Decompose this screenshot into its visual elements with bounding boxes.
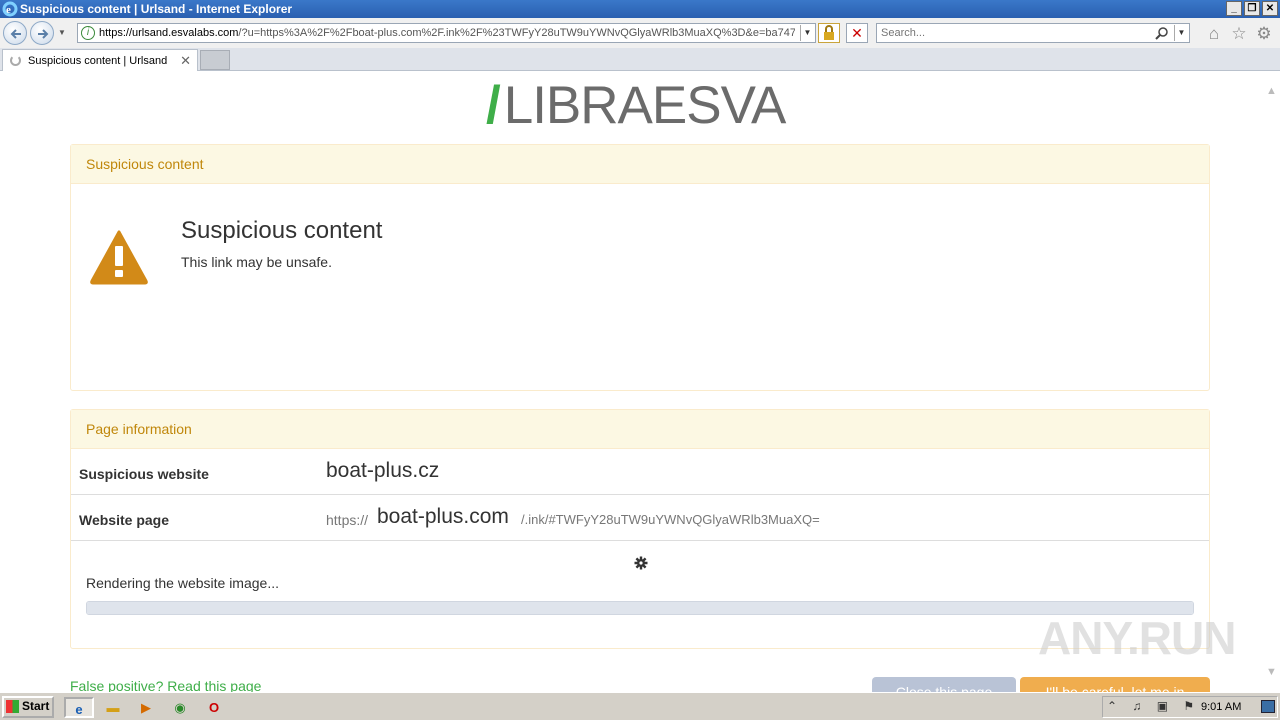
forward-arrow-icon bbox=[38, 29, 49, 39]
info-row-website-page: Website page https:// boat-plus.com /.in… bbox=[71, 495, 1209, 541]
start-button[interactable]: Start bbox=[2, 696, 54, 718]
history-dropdown-icon[interactable]: ▼ bbox=[58, 28, 66, 37]
new-tab-button[interactable] bbox=[200, 50, 230, 70]
tray-icons[interactable]: ⌃ ♫ ▣ ⚑ bbox=[1107, 699, 1200, 713]
website-page-path: /.ink/#TWFyY28uTW9uYWNvQGlyaWRlb3MuaXQ= bbox=[521, 512, 820, 527]
back-arrow-icon bbox=[10, 29, 21, 39]
address-url[interactable]: https://urlsand.esvalabs.com/?u=https%3A… bbox=[99, 26, 795, 40]
settings-gear-icon[interactable]: ⚙ bbox=[1255, 25, 1273, 43]
false-positive-link[interactable]: False positive? Read this page bbox=[70, 678, 261, 692]
stop-icon: ✕ bbox=[851, 25, 863, 41]
warning-icon bbox=[90, 230, 148, 285]
website-page-domain: boat-plus.com bbox=[377, 505, 509, 528]
tab-label: Suspicious content | Urlsand bbox=[28, 55, 168, 67]
address-bar[interactable]: i https://urlsand.esvalabs.com/?u=https%… bbox=[77, 23, 816, 43]
svg-text:e: e bbox=[6, 4, 11, 16]
forward-button[interactable] bbox=[30, 21, 54, 45]
scroll-down-icon[interactable]: ▼ bbox=[1266, 666, 1277, 678]
show-desktop-icon[interactable] bbox=[1261, 700, 1275, 713]
alert-panel-heading: Suspicious content bbox=[71, 145, 1209, 184]
logo-slash: / bbox=[486, 76, 501, 135]
search-input[interactable] bbox=[877, 24, 1147, 42]
opera-taskbar-icon[interactable]: O bbox=[202, 697, 226, 718]
render-progress-bar bbox=[86, 601, 1194, 615]
navigation-bar: ▼ i https://urlsand.esvalabs.com/?u=http… bbox=[0, 18, 1280, 48]
restore-button[interactable]: ❐ bbox=[1244, 1, 1260, 16]
system-tray: ⌃ ♫ ▣ ⚑ 9:01 AM bbox=[1102, 696, 1278, 718]
logo-text: LIBRAESVA bbox=[503, 76, 787, 135]
tab-bar: Suspicious content | Urlsand ✕ bbox=[0, 48, 1280, 71]
close-page-button[interactable]: Close this page bbox=[872, 677, 1016, 692]
info-row-suspicious-website: Suspicious website boat-plus.cz bbox=[71, 449, 1209, 495]
proceed-button[interactable]: I'll be careful, let me in bbox=[1020, 677, 1210, 692]
favorites-star-icon[interactable]: ☆ bbox=[1230, 25, 1248, 43]
info-key: Website page bbox=[79, 512, 169, 528]
clock[interactable]: 9:01 AM bbox=[1201, 701, 1241, 713]
back-button[interactable] bbox=[3, 21, 27, 45]
page-content: /LIBRAESVA Suspicious content Suspicious… bbox=[0, 71, 1263, 692]
tab-suspicious-content[interactable]: Suspicious content | Urlsand ✕ bbox=[2, 49, 198, 71]
libraesva-logo: /LIBRAESVA bbox=[486, 79, 786, 132]
internet-explorer-icon: e bbox=[2, 1, 18, 17]
window-title-bar: e Suspicious content | Urlsand - Interne… bbox=[0, 0, 1280, 18]
page-icon: i bbox=[81, 26, 95, 40]
search-icon[interactable] bbox=[1155, 26, 1169, 40]
window-title: Suspicious content | Urlsand - Internet … bbox=[20, 2, 293, 16]
info-key: Suspicious website bbox=[79, 466, 209, 482]
anyrun-watermark: ANY.RUN bbox=[1038, 612, 1236, 664]
alert-title: Suspicious content bbox=[181, 217, 383, 244]
url-host: https://urlsand.esvalabs.com bbox=[99, 27, 239, 39]
search-dropdown-icon[interactable]: ▼ bbox=[1174, 25, 1188, 41]
search-box[interactable]: ▼ bbox=[876, 23, 1190, 43]
loading-gear-icon bbox=[634, 556, 648, 570]
alert-panel: Suspicious content Suspicious content Th… bbox=[70, 144, 1210, 391]
chrome-taskbar-icon[interactable]: ◉ bbox=[168, 697, 192, 718]
lock-icon bbox=[824, 25, 834, 40]
page-info-heading: Page information bbox=[71, 410, 1209, 449]
address-dropdown-icon[interactable]: ▼ bbox=[800, 25, 814, 41]
stop-button[interactable]: ✕ bbox=[846, 23, 868, 43]
folder-taskbar-icon[interactable]: ▬ bbox=[101, 697, 125, 718]
windows-flag-icon bbox=[6, 700, 19, 713]
vertical-scrollbar[interactable]: ▲ ▼ bbox=[1263, 71, 1280, 692]
minimize-button[interactable]: _ bbox=[1226, 1, 1242, 16]
url-path: /?u=https%3A%2F%2Fboat-plus.com%2F.ink%2… bbox=[238, 27, 795, 39]
tab-close-icon[interactable]: ✕ bbox=[180, 51, 191, 71]
windows-taskbar: Start e ▬ ▶ ◉ O ⌃ ♫ ▣ ⚑ 9:01 AM bbox=[0, 692, 1280, 720]
website-page-protocol: https:// bbox=[326, 512, 369, 528]
render-status-text: Rendering the website image... bbox=[86, 575, 279, 591]
scroll-up-icon[interactable]: ▲ bbox=[1266, 85, 1277, 97]
start-label: Start bbox=[22, 699, 50, 713]
close-window-button[interactable]: ✕ bbox=[1262, 1, 1278, 16]
loading-spinner-icon bbox=[10, 55, 21, 66]
security-lock-button[interactable] bbox=[818, 23, 840, 43]
progress-fill bbox=[87, 602, 1193, 614]
home-icon[interactable]: ⌂ bbox=[1205, 25, 1223, 43]
media-player-taskbar-icon[interactable]: ▶ bbox=[134, 697, 158, 718]
internet-explorer-taskbar-icon[interactable]: e bbox=[64, 697, 94, 718]
suspicious-website-value: boat-plus.cz bbox=[326, 459, 440, 482]
alert-text: This link may be unsafe. bbox=[181, 254, 332, 270]
